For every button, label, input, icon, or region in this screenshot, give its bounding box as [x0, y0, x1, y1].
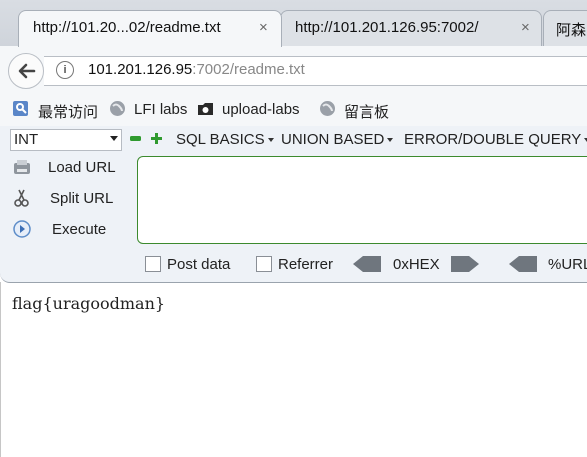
url-host: 101.201.126.95	[88, 61, 193, 78]
hex-encode-arrow-icon[interactable]	[451, 256, 479, 272]
back-button[interactable]	[8, 53, 44, 89]
menu-union-based[interactable]: UNION BASED	[281, 131, 393, 148]
url-textarea[interactable]	[137, 156, 587, 244]
page-content: flag{uragoodman}	[12, 294, 166, 313]
bookmark-lfi-labs[interactable]: LFI labs	[134, 101, 187, 118]
back-arrow-icon	[18, 63, 36, 79]
chevron-down-icon	[110, 136, 118, 141]
most-visited-icon	[13, 101, 28, 116]
folder-icon	[198, 103, 213, 115]
post-data-label: Post data	[167, 256, 231, 273]
type-select[interactable]: INT	[10, 129, 122, 151]
plus-icon[interactable]	[151, 133, 162, 144]
close-icon[interactable]: ×	[521, 19, 530, 36]
url-decode-arrow-icon[interactable]	[509, 256, 537, 272]
tab-third[interactable]: 阿森	[543, 10, 587, 47]
bookmark-upload-labs[interactable]: upload-labs	[222, 101, 300, 118]
tab-title: http://101.20...02/readme.txt	[33, 19, 221, 36]
menu-error-double-query[interactable]: ERROR/DOUBLE QUERY	[404, 131, 587, 148]
url-path: :7002/readme.txt	[192, 61, 305, 78]
globe-icon	[320, 101, 335, 116]
page-border	[0, 282, 1, 457]
hex-decode-arrow-icon[interactable]	[353, 256, 381, 272]
close-icon[interactable]: ×	[259, 19, 268, 36]
minus-icon[interactable]	[130, 133, 141, 144]
info-icon[interactable]: i	[56, 61, 74, 79]
url-label: %URL	[548, 256, 587, 273]
scissors-icon	[14, 189, 29, 207]
globe-icon	[110, 101, 125, 116]
referrer-checkbox[interactable]	[256, 256, 272, 272]
load-url-icon	[14, 160, 30, 174]
bookmark-most-visited[interactable]: 最常访问	[38, 101, 98, 122]
tab-readme[interactable]: http://101.20...02/readme.txt ×	[18, 10, 282, 47]
tab-title: 阿森	[556, 22, 587, 39]
load-url-button[interactable]: Load URL	[48, 159, 116, 176]
select-value: INT	[14, 131, 39, 148]
post-data-checkbox[interactable]	[145, 256, 161, 272]
tab-root[interactable]: http://101.201.126.95:7002/ ×	[280, 10, 542, 47]
play-icon	[13, 220, 31, 238]
hex-label: 0xHEX	[393, 256, 440, 273]
tab-title: http://101.201.126.95:7002/	[295, 19, 479, 36]
url-text[interactable]: 101.201.126.95:7002/readme.txt	[88, 61, 305, 78]
referrer-label: Referrer	[278, 256, 334, 273]
execute-button[interactable]: Execute	[52, 221, 106, 238]
menu-sql-basics[interactable]: SQL BASICS	[176, 131, 274, 148]
bookmark-message-board[interactable]: 留言板	[344, 101, 389, 122]
split-url-button[interactable]: Split URL	[50, 190, 113, 207]
